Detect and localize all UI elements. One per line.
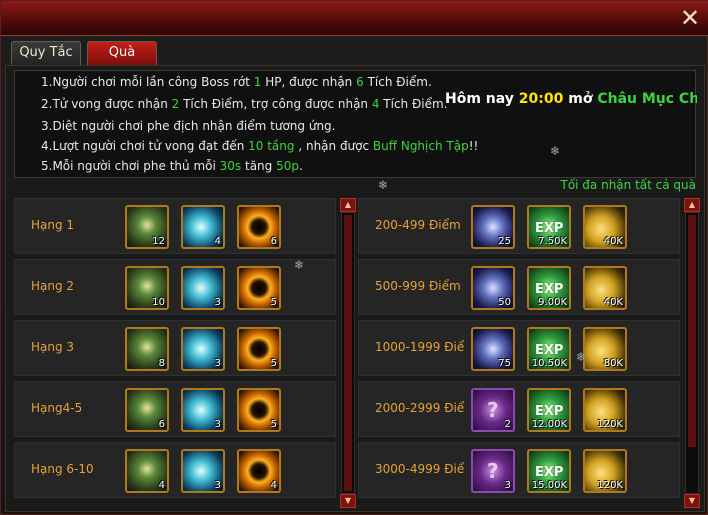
rule-line-1: 1.Người chơi mỗi lần công Boss rớt 1 HP,… <box>41 75 432 89</box>
exp-icon[interactable]: EXP 15.00K <box>527 449 571 493</box>
list-item: 2000-2999 Điể ? 2 EXP 12.00K 120K <box>358 381 680 437</box>
ring-icon[interactable]: 4 <box>237 449 281 493</box>
ring-icon[interactable]: 5 <box>237 266 281 310</box>
scrollbar-track[interactable] <box>341 212 355 494</box>
rank-label: Hạng 1 <box>31 218 75 232</box>
coin-icon[interactable]: 120K <box>583 449 627 493</box>
scroll-down-arrow[interactable]: ▼ <box>684 494 700 508</box>
armor-icon[interactable]: 6 <box>125 388 169 432</box>
card-icon[interactable]: 3 <box>181 266 225 310</box>
event-announcement: Hôm nay 20:00 mở Châu Mục Chiế <box>445 91 697 107</box>
ring-icon[interactable]: 6 <box>237 205 281 249</box>
rule-line-5: 5.Mỗi người chơi phe thủ mỗi 30s tăng 50… <box>41 159 303 173</box>
list-item: Hạng 3 8 3 5 <box>14 320 336 376</box>
badge-icon[interactable]: 25 <box>471 205 515 249</box>
points-label: 2000-2999 Điể <box>375 401 465 415</box>
scrollbar-thumb[interactable] <box>344 215 352 491</box>
card-icon[interactable]: 3 <box>181 449 225 493</box>
tab-rules[interactable]: Quy Tắc <box>11 41 81 65</box>
list-item: Hạng 6-10 4 3 4 <box>14 442 336 498</box>
rank-label: Hạng 3 <box>31 340 75 354</box>
scroll-down-arrow[interactable]: ▼ <box>340 494 356 508</box>
armor-icon[interactable]: 8 <box>125 327 169 371</box>
coin-icon[interactable]: 80K <box>583 327 627 371</box>
card-icon[interactable]: 3 <box>181 388 225 432</box>
points-label: 500-999 Điểm <box>375 279 461 293</box>
snowflake-icon: ❄ <box>576 350 587 364</box>
list-item: Hạng 2 10 3 5 <box>14 259 336 315</box>
rules-box: 1.Người chơi mỗi lần công Boss rớt 1 HP,… <box>14 70 697 178</box>
tab-gifts[interactable]: Quà <box>87 41 157 65</box>
mystery-box-icon[interactable]: ? 3 <box>471 449 515 493</box>
card-icon[interactable]: 4 <box>181 205 225 249</box>
snowflake-icon: ❄ <box>294 258 305 272</box>
list-item: 200-499 Điểm 25 EXP 7.50K 40K <box>358 198 680 254</box>
points-label: 200-499 Điểm <box>375 218 461 232</box>
points-label: 3000-4999 Điể <box>375 462 465 476</box>
list-item: 500-999 Điểm 50 EXP 9.00K 40K <box>358 259 680 315</box>
exp-icon[interactable]: EXP 10.50K <box>527 327 571 371</box>
rule-line-2: 2.Tử vong được nhận 2 Tích Điểm, trợ côn… <box>41 97 448 111</box>
rank-label: Hạng 6-10 <box>31 462 94 476</box>
snowflake-icon: ❄ <box>378 178 389 192</box>
snowflake-icon: ❄ <box>550 144 561 158</box>
title-bar: ✕ <box>1 1 708 36</box>
reward-window: ✕ Quy Tắc Quà 1.Người chơi mỗi lần công … <box>0 0 708 515</box>
points-label: 1000-1999 Điể <box>375 340 465 354</box>
armor-icon[interactable]: 12 <box>125 205 169 249</box>
ring-icon[interactable]: 5 <box>237 327 281 371</box>
scrollbar-thumb[interactable] <box>688 215 696 447</box>
rule-line-3: 3.Diệt người chơi phe địch nhận điểm tươ… <box>41 119 336 133</box>
list-item: 1000-1999 Điể 75 EXP 10.50K 80K <box>358 320 680 376</box>
ring-icon[interactable]: 5 <box>237 388 281 432</box>
coin-icon[interactable]: 120K <box>583 388 627 432</box>
mystery-box-icon[interactable]: ? 2 <box>471 388 515 432</box>
exp-icon[interactable]: EXP 9.00K <box>527 266 571 310</box>
badge-icon[interactable]: 75 <box>471 327 515 371</box>
rule-line-4: 4.Lượt người chơi tử vong đạt đến 10 tần… <box>41 139 479 153</box>
list-item: Hạng 1 12 4 6 <box>14 198 336 254</box>
card-icon[interactable]: 3 <box>181 327 225 371</box>
exp-icon[interactable]: EXP 7.50K <box>527 205 571 249</box>
content-panel: 1.Người chơi mỗi lần công Boss rớt 1 HP,… <box>5 65 705 512</box>
coin-icon[interactable]: 40K <box>583 266 627 310</box>
armor-icon[interactable]: 10 <box>125 266 169 310</box>
badge-icon[interactable]: 50 <box>471 266 515 310</box>
claim-all-link[interactable]: Tối đa nhận tất cả quà <box>560 178 696 192</box>
list-item: Hạng4-5 6 3 5 <box>14 381 336 437</box>
rank-rewards-panel: Hạng 1 12 4 6 Hạng 2 10 3 5 Hạng 3 8 3 5… <box>14 198 356 508</box>
coin-icon[interactable]: 40K <box>583 205 627 249</box>
point-rewards-panel: 200-499 Điểm 25 EXP 7.50K 40K 500-999 Điể… <box>358 198 700 508</box>
scroll-up-arrow[interactable]: ▲ <box>684 198 700 212</box>
scroll-up-arrow[interactable]: ▲ <box>340 198 356 212</box>
exp-icon[interactable]: EXP 12.00K <box>527 388 571 432</box>
rank-label: Hạng 2 <box>31 279 75 293</box>
list-item: 3000-4999 Điể ? 3 EXP 15.00K 120K <box>358 442 680 498</box>
scrollbar-track[interactable] <box>685 212 699 494</box>
close-icon[interactable]: ✕ <box>677 5 703 31</box>
armor-icon[interactable]: 4 <box>125 449 169 493</box>
rank-label: Hạng4-5 <box>31 401 83 415</box>
